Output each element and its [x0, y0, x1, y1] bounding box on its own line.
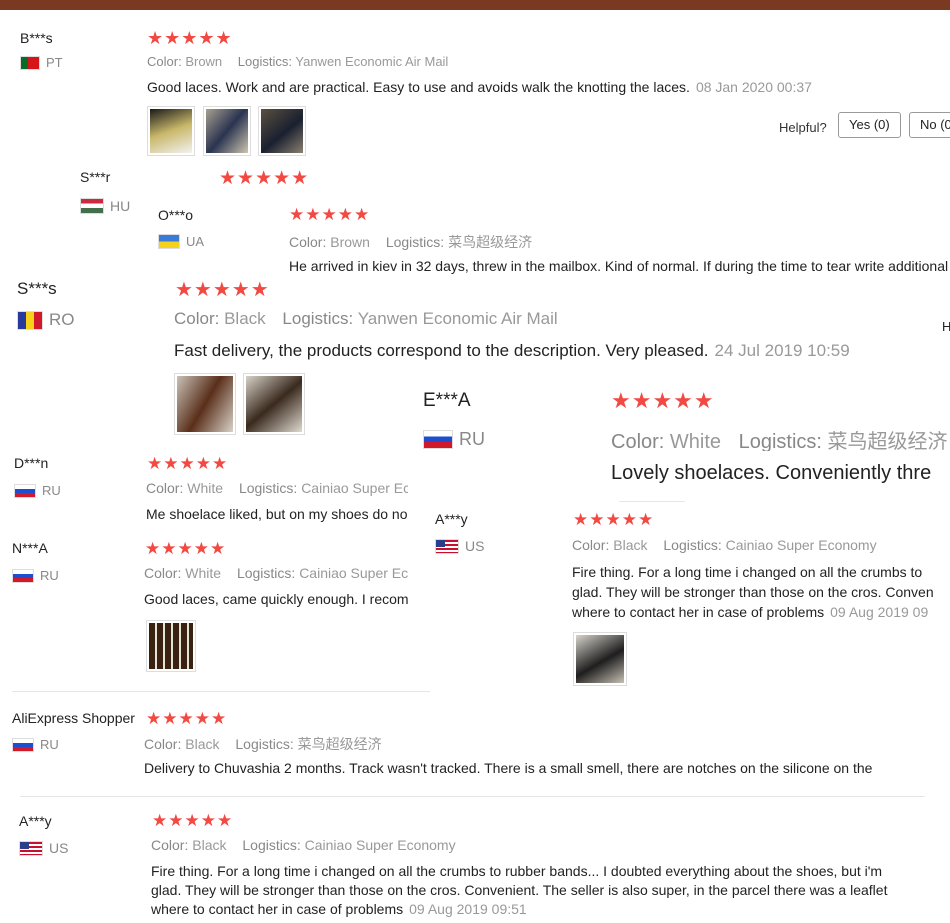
review-a-y-overlay: A***y US ★★★★★ Color: Black Logistics: C…	[425, 505, 950, 690]
rating-stars: ★★★★★	[611, 388, 715, 413]
review-text: Good laces, came quickly enough. I recom	[144, 591, 408, 607]
flag-us-icon	[435, 538, 459, 554]
review-text: Lovely shoelaces. Conveniently thre	[611, 462, 932, 484]
reviewer-name: A***y	[19, 813, 52, 829]
review-meta: Color: Black Logistics: 菜鸟超级经济	[144, 736, 382, 752]
rating-stars: ★★★★★	[219, 168, 310, 189]
review-photo[interactable]	[203, 106, 251, 156]
rating-stars: ★★★★★	[152, 811, 234, 830]
reviewer-name: O***o	[158, 207, 194, 223]
flag-ru-icon	[14, 483, 36, 498]
text-clip: Me shoelace liked, but on my shoes do no	[146, 506, 408, 526]
review-text-line: where to contact her in case of problems…	[572, 604, 929, 620]
reviewer-country: RU	[12, 737, 59, 752]
reviewer-name: D***n	[14, 455, 49, 471]
reviewer-country: US	[19, 840, 68, 856]
top-bar	[0, 0, 950, 10]
review-date: 08 Jan 2020 00:37	[695, 79, 812, 95]
flag-ro-icon	[17, 310, 43, 330]
review-photo[interactable]	[573, 632, 627, 686]
review-text-line: Fire thing. For a long time i changed on…	[151, 863, 883, 879]
review-meta: Color: Black Logistics: Yanwen Economic …	[174, 309, 558, 328]
flag-ru-icon	[12, 568, 34, 583]
flag-hu-icon	[80, 198, 104, 214]
meta-clip: Color: White Logistics: Cainiao Super Ec	[144, 565, 408, 585]
rating-stars: ★★★★★	[175, 279, 270, 301]
reviewer-country: PT	[20, 55, 63, 70]
reviewer-country: HU	[80, 198, 130, 214]
flag-ua-icon	[158, 234, 180, 249]
reviewer-country: RU	[423, 429, 485, 450]
reviewer-name: A***y	[435, 511, 468, 527]
text-clip: Good laces, came quickly enough. I recom	[144, 591, 408, 611]
truncated-text: H	[942, 319, 950, 334]
rating-stars: ★★★★★	[147, 454, 229, 473]
helpful-no-clip: No (0)	[909, 112, 950, 140]
reviewer-name: AliExpress Shopper	[12, 710, 135, 726]
review-d-n: D***n RU ★★★★★ Color: White Logistics: C…	[0, 445, 430, 530]
review-photo[interactable]	[174, 373, 236, 435]
review-text-line: glad. They will be stronger than those o…	[572, 584, 934, 600]
helpful-no-button[interactable]: No (0)	[909, 112, 950, 138]
reviewer-country: RU	[12, 568, 59, 583]
review-meta: Color: White Logistics: 菜鸟超级经济	[611, 431, 948, 451]
review-text-line: Fire thing. For a long time i changed on…	[572, 564, 923, 580]
reviewer-name: S***r	[80, 169, 111, 185]
review-meta: Color: Black Logistics: Cainiao Super Ec…	[151, 837, 456, 853]
review-text-line: where to contact her in case of problems…	[151, 901, 527, 917]
reviewer-country: RU	[14, 483, 61, 498]
divider	[12, 691, 430, 692]
divider	[20, 796, 925, 797]
flag-ru-icon	[12, 737, 34, 752]
review-meta: Color: Brown Logistics: 菜鸟超级经济	[289, 234, 533, 250]
review-a-y: A***y US ★★★★★ Color: Black Logistics: C…	[0, 803, 950, 923]
flag-pt-icon	[20, 55, 40, 70]
meta-clip: Color: White Logistics: 菜鸟超级经济	[611, 425, 950, 451]
review-photo[interactable]	[147, 106, 195, 156]
rating-stars: ★★★★★	[146, 709, 228, 728]
review-text: Good laces. Work and are practical. Easy…	[147, 79, 812, 95]
review-photo[interactable]	[243, 373, 305, 435]
rating-stars: ★★★★★	[147, 28, 233, 48]
text-clip: Lovely shoelaces. Conveniently thre	[611, 462, 935, 488]
reviewer-name: N***A	[12, 540, 48, 556]
review-date: 09 Aug 2019 09	[830, 604, 929, 620]
reviewer-country: RO	[17, 310, 75, 330]
review-photo[interactable]	[258, 106, 306, 156]
flag-ru-icon	[423, 430, 453, 449]
review-meta: Color: Black Logistics: Cainiao Super Ec…	[572, 537, 877, 553]
review-text-line: glad. They will be stronger than those o…	[151, 882, 888, 898]
review-meta: Color: Brown Logistics: Yanwen Economic …	[147, 54, 449, 69]
reviewer-name: S***s	[17, 279, 57, 298]
flag-us-icon	[19, 840, 43, 856]
review-o-o: O***o UA ★★★★★ Color: Brown Logistics: 菜…	[150, 195, 950, 277]
review-text: Me shoelace liked, but on my shoes do no	[146, 506, 408, 522]
review-text: He arrived in kiev in 32 days, threw in …	[289, 258, 949, 274]
review-text: Delivery to Chuvashia 2 months. Track wa…	[144, 760, 873, 776]
helpful-label: Helpful?	[779, 120, 827, 135]
review-meta: Color: White Logistics: Cainiao Super Ec	[144, 565, 408, 581]
reviewer-country: US	[435, 538, 484, 554]
review-photo[interactable]	[146, 620, 196, 672]
review-meta: Color: White Logistics: Cainiao Super Ec	[146, 480, 408, 496]
divider	[619, 501, 685, 502]
rating-stars: ★★★★★	[145, 539, 227, 558]
rating-stars: ★★★★★	[573, 510, 655, 529]
helpful-yes-button[interactable]: Yes (0)	[838, 112, 901, 138]
review-text: Fast delivery, the products correspond t…	[174, 341, 850, 360]
review-b-s: B***s PT ★★★★★ Color: Brown Logistics: Y…	[0, 20, 950, 165]
meta-clip: Color: White Logistics: Cainiao Super Ec	[146, 480, 408, 500]
reviewer-name: E***A	[423, 390, 471, 411]
reviewer-country: UA	[158, 234, 204, 249]
review-aliexpress-shopper: AliExpress Shopper RU ★★★★★ Color: Black…	[0, 700, 950, 790]
review-n-a: N***A RU ★★★★★ Color: White Logistics: C…	[0, 530, 430, 680]
rating-stars: ★★★★★	[289, 205, 371, 224]
review-date: 09 Aug 2019 09:51	[409, 901, 527, 917]
review-e-a: E***A RU ★★★★★ Color: White Logistics: 菜…	[412, 370, 950, 505]
reviewer-name: B***s	[20, 30, 53, 46]
review-date: 24 Jul 2019 10:59	[714, 341, 850, 360]
